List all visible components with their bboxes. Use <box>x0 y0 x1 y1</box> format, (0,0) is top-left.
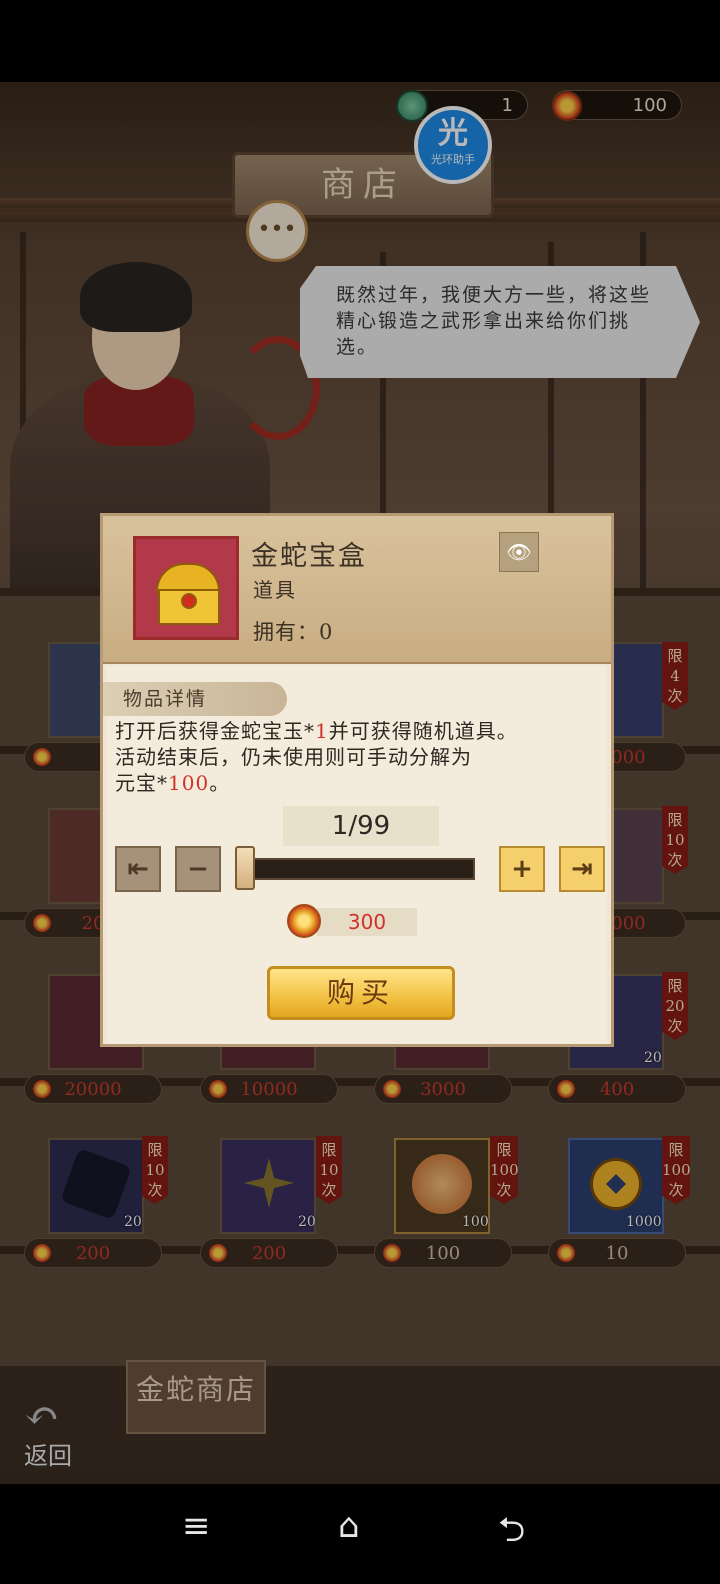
item-owned-count: 拥有：0 <box>253 620 334 644</box>
item-type: 道具 <box>253 578 297 602</box>
buy-button[interactable]: 购买 <box>267 966 455 1020</box>
quantity-decrease-button[interactable]: − <box>175 846 221 892</box>
total-cost: 300 <box>317 908 417 936</box>
gold-ingot-icon <box>287 904 321 938</box>
treasure-chest-icon <box>133 536 239 640</box>
item-name: 金蛇宝盒 <box>251 541 367 572</box>
quantity-increase-button[interactable]: + <box>499 846 545 892</box>
home-icon[interactable]: ⌂ <box>338 1506 360 1546</box>
quantity-slider-handle[interactable] <box>235 846 255 890</box>
item-purchase-dialog: 金蛇宝盒 道具 拥有：0 👁 物品详情 打开后获得金蛇宝玉*1并可获得随机道具。… <box>100 513 614 1047</box>
item-details-tab: 物品详情 <box>103 682 287 716</box>
quantity-max-button[interactable]: ⇥ <box>559 846 605 892</box>
quantity-display: 1/99 <box>283 806 439 846</box>
menu-icon[interactable]: ≡ <box>182 1506 211 1546</box>
item-description: 打开后获得金蛇宝玉*1并可获得随机道具。 活动结束后，仍未使用则可手动分解为 元… <box>115 719 518 795</box>
system-navigation-bar <box>0 1484 720 1584</box>
dialog-header: 金蛇宝盒 道具 拥有：0 👁 <box>103 516 611 664</box>
quantity-min-button[interactable]: ⇤ <box>115 846 161 892</box>
back-nav-icon[interactable]: ⮌ <box>498 1506 525 1563</box>
quantity-slider[interactable] <box>239 858 475 880</box>
preview-eye-icon[interactable]: 👁 <box>499 532 539 572</box>
